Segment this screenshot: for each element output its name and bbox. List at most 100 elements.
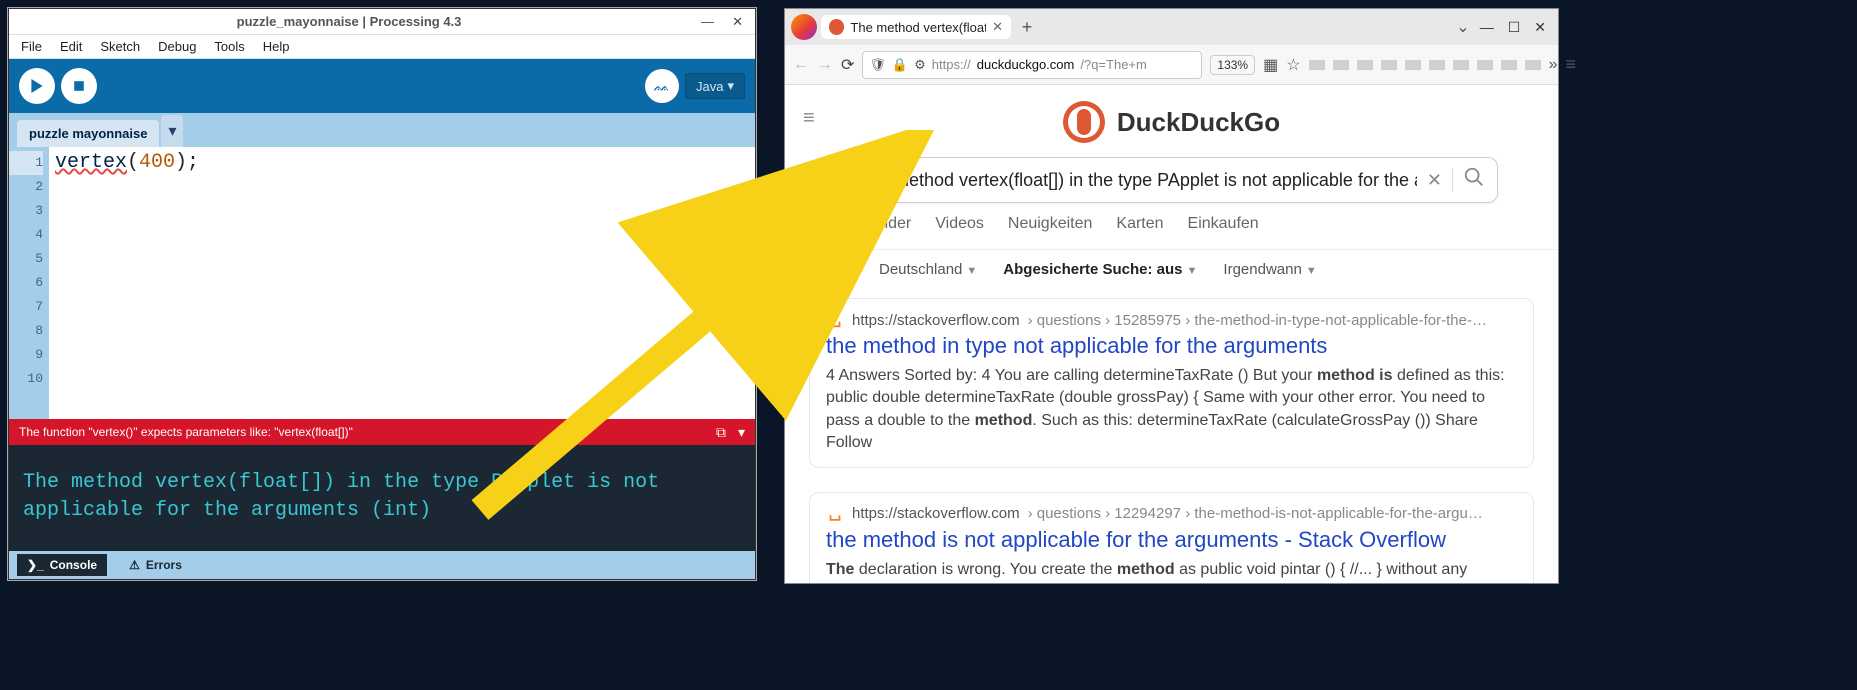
reader-icon[interactable]: ▦ xyxy=(1263,55,1278,75)
debug-toggle-button[interactable]: ᨐ xyxy=(645,69,679,103)
code-area[interactable]: vertex(400); xyxy=(49,147,755,419)
bookmark-star-icon[interactable]: ☆ xyxy=(1286,55,1300,75)
error-text: The function "vertex()" expects paramete… xyxy=(19,425,353,439)
close-tab-icon[interactable]: ✕ xyxy=(992,19,1003,35)
safesearch-filter[interactable]: Abgesicherte Suche: aus▼ xyxy=(1003,261,1197,278)
separator xyxy=(1452,168,1453,192)
result-title[interactable]: the method is not applicable for the arg… xyxy=(826,527,1517,553)
extension-icon[interactable] xyxy=(1477,60,1493,70)
reload-button[interactable]: ⟳ xyxy=(841,53,854,77)
search-input[interactable] xyxy=(858,170,1417,191)
time-filter[interactable]: Irgendwann▼ xyxy=(1223,261,1316,278)
close-icon[interactable]: ✕ xyxy=(732,14,743,30)
extension-icon[interactable] xyxy=(1405,60,1421,70)
window-title: puzzle_mayonnaise | Processing 4.3 xyxy=(9,14,689,29)
play-icon xyxy=(30,79,44,93)
forward-button[interactable]: → xyxy=(817,53,833,77)
tab-maps[interactable]: Karten xyxy=(1116,215,1163,241)
menu-edit[interactable]: Edit xyxy=(60,39,82,54)
tab-dropdown[interactable]: ▾ xyxy=(161,115,183,147)
tab-videos[interactable]: Videos xyxy=(935,215,984,241)
url-domain: duckduckgo.com xyxy=(977,57,1075,72)
stop-icon xyxy=(73,80,85,92)
extension-icon[interactable] xyxy=(1501,60,1517,70)
extension-icon[interactable] xyxy=(1333,60,1349,70)
extension-icon[interactable] xyxy=(1525,60,1541,70)
extension-icon[interactable] xyxy=(1357,60,1373,70)
page-content: ≡ DuckDuckGo ✕ Alle Bilder Videos Neuigk… xyxy=(785,85,1558,583)
browser-tab[interactable]: The method vertex(float[ ✕ xyxy=(821,15,1011,39)
tab-shopping[interactable]: Einkaufen xyxy=(1188,215,1259,241)
sketch-tabs: puzzle mayonnaise ▾ xyxy=(9,113,755,147)
result-title[interactable]: the method in type not applicable for th… xyxy=(826,333,1517,359)
search-icon[interactable] xyxy=(1463,166,1485,194)
minimize-icon[interactable]: — xyxy=(1480,19,1494,36)
sidebar-menu-icon[interactable]: ≡ xyxy=(803,107,815,130)
permissions-icon[interactable]: ⚙ xyxy=(914,57,926,73)
copy-error-icon[interactable]: ⧉ xyxy=(716,424,726,441)
search-bar: ✕ xyxy=(845,157,1498,203)
mode-selector[interactable]: Java ▾ xyxy=(685,73,745,99)
tab-all[interactable]: Alle xyxy=(817,215,846,241)
overflow-icon[interactable]: » xyxy=(1549,56,1558,74)
errors-tab[interactable]: ⚠ Errors xyxy=(119,554,192,576)
menu-file[interactable]: File xyxy=(21,39,42,54)
ddg-header: DuckDuckGo xyxy=(785,93,1558,157)
menu-debug[interactable]: Debug xyxy=(158,39,196,54)
close-icon[interactable]: ✕ xyxy=(1534,19,1546,36)
tab-news[interactable]: Neuigkeiten xyxy=(1008,215,1093,241)
region-toggle[interactable] xyxy=(817,260,853,278)
menu-sketch[interactable]: Sketch xyxy=(100,39,140,54)
new-tab-button[interactable]: + xyxy=(1015,15,1039,39)
console-line-2: applicable for the arguments (int) xyxy=(23,497,741,525)
stackoverflow-icon xyxy=(826,505,844,523)
duckduckgo-wordmark: DuckDuckGo xyxy=(1117,107,1280,138)
code-editor[interactable]: 1 2 3 4 5 6 7 8 9 10 vertex(400); xyxy=(9,147,755,419)
menu-tools[interactable]: Tools xyxy=(214,39,244,54)
maximize-icon[interactable]: ☐ xyxy=(1508,19,1521,36)
lock-icon: 🔒 xyxy=(892,57,908,73)
extension-icon[interactable] xyxy=(1309,60,1325,70)
url-bar[interactable]: 🛡 🔒 ⚙ https://duckduckgo.com/?q=The+m xyxy=(862,51,1202,79)
region-filter[interactable]: Deutschland▼ xyxy=(879,261,977,278)
minimize-icon[interactable]: — xyxy=(701,14,714,30)
console-line-1: The method vertex(float[]) in the type P… xyxy=(23,469,741,497)
result-type-tabs: Alle Bilder Videos Neuigkeiten Karten Ei… xyxy=(785,215,1558,250)
run-button[interactable] xyxy=(19,68,55,104)
console-output: The method vertex(float[]) in the type P… xyxy=(9,445,755,551)
tab-list-icon[interactable]: ⌄ xyxy=(1456,17,1469,37)
chevron-down-icon: ▾ xyxy=(727,78,734,94)
browser-window: The method vertex(float[ ✕ + ⌄ — ☐ ✕ ← →… xyxy=(784,8,1559,584)
menu-help[interactable]: Help xyxy=(263,39,290,54)
terminal-icon: ❯_ xyxy=(27,558,44,572)
hamburger-menu-icon[interactable]: ≡ xyxy=(1565,54,1576,75)
console-tab[interactable]: ❯_ Console xyxy=(17,554,107,576)
zoom-indicator[interactable]: 133% xyxy=(1210,55,1255,75)
search-results: https://stackoverflow.com › questions › … xyxy=(785,288,1558,583)
shield-icon[interactable]: 🛡 xyxy=(869,57,886,73)
firefox-icon[interactable] xyxy=(791,14,817,40)
search-filters: Deutschland▼ Abgesicherte Suche: aus▼ Ir… xyxy=(785,250,1558,288)
extension-icon[interactable] xyxy=(1453,60,1469,70)
processing-toolbar: ᨐ Java ▾ xyxy=(9,59,755,113)
stop-button[interactable] xyxy=(61,68,97,104)
extension-icons: » ≡ xyxy=(1309,54,1576,75)
extension-icon[interactable] xyxy=(1429,60,1445,70)
back-button[interactable]: ← xyxy=(793,53,809,77)
browser-toolbar: ← → ⟳ 🛡 🔒 ⚙ https://duckduckgo.com/?q=Th… xyxy=(785,45,1558,85)
collapse-error-icon[interactable]: ▾ xyxy=(738,424,745,441)
result-url[interactable]: https://stackoverflow.com › questions › … xyxy=(826,311,1517,329)
browser-tab-strip: The method vertex(float[ ✕ + ⌄ — ☐ ✕ xyxy=(785,9,1558,45)
duckduckgo-logo-icon[interactable] xyxy=(1063,101,1105,143)
search-result: https://stackoverflow.com › questions › … xyxy=(809,492,1534,583)
duckduckgo-favicon xyxy=(829,19,844,35)
url-prefix: https:// xyxy=(932,57,971,72)
result-url[interactable]: https://stackoverflow.com › questions › … xyxy=(826,505,1517,523)
extension-icon[interactable] xyxy=(1381,60,1397,70)
search-result: https://stackoverflow.com › questions › … xyxy=(809,298,1534,468)
sketch-tab[interactable]: puzzle mayonnaise xyxy=(17,120,159,147)
tab-images[interactable]: Bilder xyxy=(870,215,911,241)
processing-menubar: File Edit Sketch Debug Tools Help xyxy=(9,35,755,59)
clear-search-icon[interactable]: ✕ xyxy=(1427,170,1442,191)
processing-window: puzzle_mayonnaise | Processing 4.3 — ✕ F… xyxy=(8,8,756,580)
